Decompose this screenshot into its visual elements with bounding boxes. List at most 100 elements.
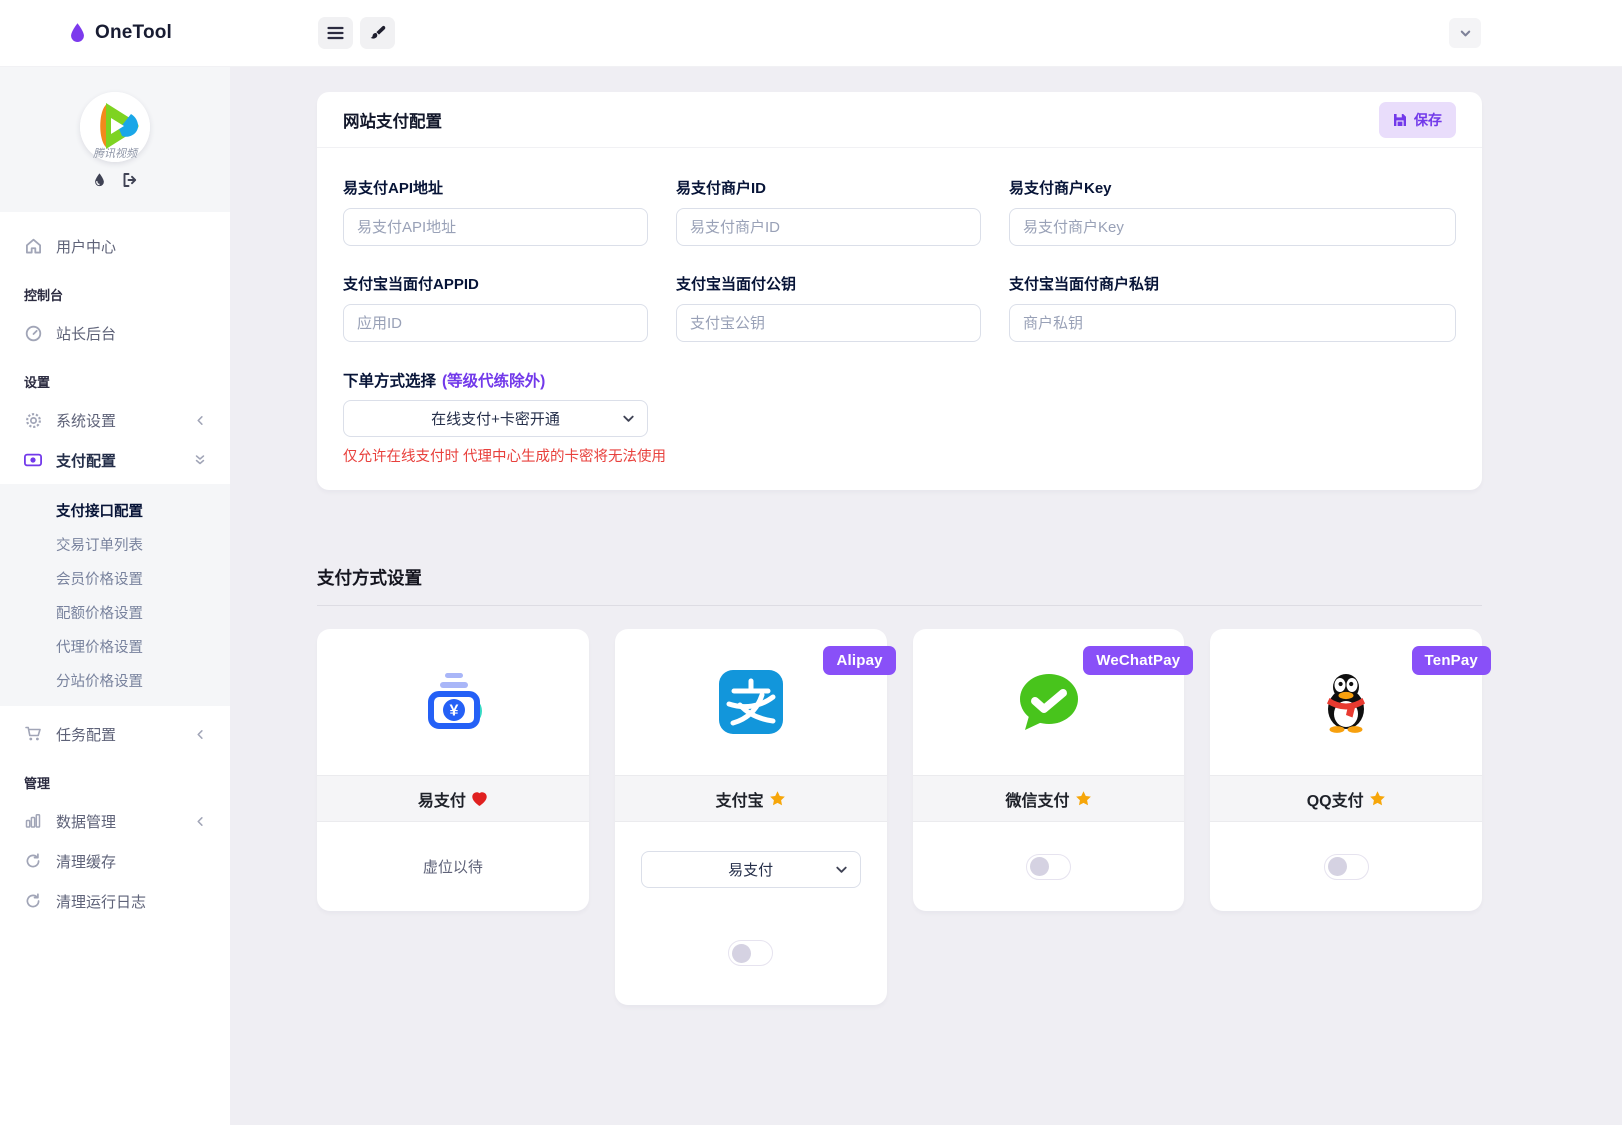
form-field: 易支付商户ID [676,177,981,246]
star-icon [769,790,786,807]
field-label: 易支付API地址 [343,180,444,197]
gauge-icon [24,325,42,342]
alipay-icon [718,670,783,734]
alipay-appid-input[interactable] [343,304,648,342]
chevron-left-icon [195,729,206,740]
submenu-item-member-price[interactable]: 会员价格设置 [0,561,230,595]
order-method-label: 下单方式选择 [343,373,437,390]
form-field: 支付宝当面付APPID [343,273,648,342]
field-label: 易支付商户Key [1009,180,1112,197]
star-icon [1369,790,1386,807]
home-icon [24,238,42,254]
bar-chart-icon [24,813,42,829]
water-drop-icon[interactable] [93,172,106,188]
qq-penguin-icon [1314,670,1378,734]
brand: OneTool [0,22,230,44]
sidebar-section-manage: 管理 [24,776,51,791]
sidebar-item-user-center[interactable]: 用户中心 [0,226,230,266]
submenu-item-payment-interface[interactable]: 支付接口配置 [0,493,230,527]
payment-submenu: 支付接口配置 交易订单列表 会员价格设置 配额价格设置 代理价格设置 分站价格设… [0,484,230,706]
star-icon [1075,790,1092,807]
logout-icon[interactable] [122,172,138,188]
submenu-item-order-list[interactable]: 交易订单列表 [0,527,230,561]
heart-icon [471,791,488,807]
sidebar-nav: 用户中心 控制台 站长后台 设置 系统设置 支付配置 支付接口配置 交易订单列表… [0,212,230,921]
selected-option: 在线支付+卡密开通 [431,411,560,428]
refresh-icon [24,853,42,869]
submenu-item-quota-price[interactable]: 配额价格设置 [0,595,230,629]
payment-badge: TenPay [1411,646,1491,675]
sidebar-item-label: 清理运行日志 [56,893,147,911]
svg-text:¥: ¥ [449,703,458,720]
payment-card-qq: TenPay QQ支付 [1210,629,1491,911]
sidebar-item-system-settings[interactable]: 系统设置 [0,400,230,440]
wechat-toggle[interactable] [1025,853,1071,880]
sidebar-toggle-button[interactable] [318,17,353,49]
theme-button[interactable] [360,17,395,49]
order-method-warning: 仅允许在线支付时 代理中心生成的卡密将无法使用 [343,449,667,465]
wallet-yuan-icon: ¥ [419,671,487,733]
wechat-icon [1016,672,1080,732]
sidebar-item-payment-config[interactable]: 支付配置 [0,440,230,480]
double-chevron-down-icon [194,454,206,466]
payment-card-alipay: Alipay 支付宝 易支付 [614,629,896,1005]
sidebar-item-clear-cache[interactable]: 清理缓存 [0,841,230,881]
qq-toggle[interactable] [1323,853,1369,880]
field-label: 支付宝当面付公钥 [676,276,797,293]
form-field: 易支付商户Key [1009,177,1456,246]
sidebar-section-settings: 设置 [24,375,51,390]
alipay-channel-select[interactable]: 易支付 [640,851,861,888]
sidebar: 腾讯视频 用户中心 控制台 站长后台 设置 系统设置 支付配置 支付接口配置 交… [0,67,230,1125]
payment-card-name: 易支付 [417,792,466,810]
payment-card-wechat: WeChatPay 微信支付 [912,629,1194,911]
sidebar-item-label: 清理缓存 [56,853,117,871]
order-method-note: (等级代练除外) [442,373,546,390]
cart-icon [24,726,42,742]
payment-card-status: 虚位以待 [422,859,483,876]
chevron-down-icon [1459,27,1472,40]
save-button[interactable]: 保存 [1379,101,1456,138]
sidebar-item-label: 数据管理 [56,813,117,831]
sidebar-item-label: 站长后台 [56,325,117,343]
save-label: 保存 [1414,111,1442,128]
sidebar-item-label: 支付配置 [56,452,117,470]
save-icon [1393,113,1407,127]
chevron-left-icon [195,816,206,827]
main-content: 网站支付配置 保存 易支付API地址 易支付商户ID [230,67,1622,1125]
payment-card-easypay: ¥ 易支付 虚位以待 [317,629,589,911]
sidebar-section-console: 控制台 [24,288,64,303]
alipay-public-key-input[interactable] [676,304,981,342]
sidebar-item-task-config[interactable]: 任务配置 [0,714,230,754]
alipay-private-key-input[interactable] [1009,304,1456,342]
alipay-toggle[interactable] [728,940,774,966]
submenu-item-substation-price[interactable]: 分站价格设置 [0,663,230,697]
easypay-api-input[interactable] [343,208,648,246]
refresh-icon [24,893,42,909]
field-label: 支付宝当面付商户私钥 [1009,276,1160,293]
selected-option: 易支付 [728,862,774,879]
menu-icon [327,26,344,40]
header-dropdown-button[interactable] [1449,18,1481,48]
gear-icon [24,412,42,429]
droplet-icon [68,22,87,44]
easypay-merchant-key-input[interactable] [1009,208,1456,246]
submenu-item-agent-price[interactable]: 代理价格设置 [0,629,230,663]
field-label: 支付宝当面付APPID [343,276,479,293]
brush-icon [370,25,386,41]
order-method-select[interactable]: 在线支付+卡密开通 [343,400,648,437]
sidebar-item-clear-logs[interactable]: 清理运行日志 [0,881,230,921]
brand-name: OneTool [95,22,173,43]
avatar: 腾讯视频 [80,91,150,162]
form-field: 支付宝当面付公钥 [676,273,981,342]
top-header: OneTool [0,0,1622,67]
payment-card-name: QQ支付 [1306,792,1364,810]
payment-badge: WeChatPay [1083,646,1194,675]
sidebar-profile-panel: 腾讯视频 [0,67,230,212]
payment-card-name: 支付宝 [715,792,764,810]
field-label: 易支付商户ID [676,180,767,197]
sidebar-item-webmaster[interactable]: 站长后台 [0,313,230,353]
chevron-left-icon [195,415,206,426]
sidebar-item-data-management[interactable]: 数据管理 [0,801,230,841]
easypay-merchant-id-input[interactable] [676,208,981,246]
sidebar-item-label: 任务配置 [56,726,117,744]
